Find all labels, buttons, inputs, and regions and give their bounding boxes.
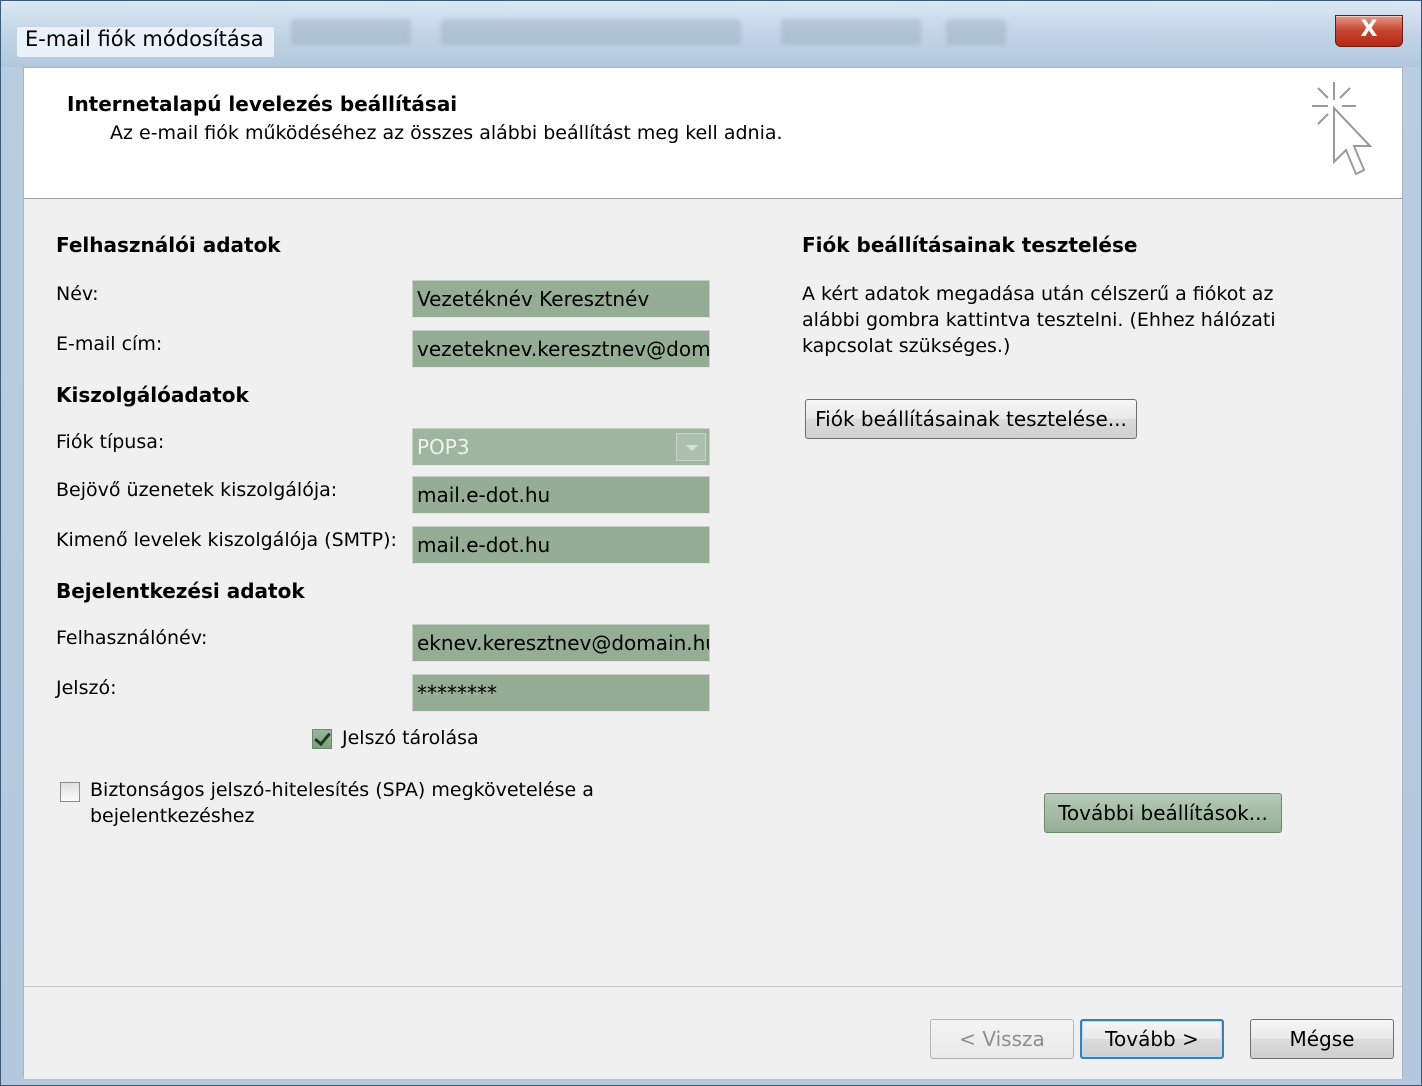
email-label: E-mail cím: [56,333,163,355]
test-description-line1: A kért adatok megadása után célszerű a f… [802,283,1274,305]
spa-checkbox[interactable] [60,782,80,802]
test-heading: Fiók beállításainak tesztelése [802,233,1138,257]
dialog-window: E-mail fiók módosítása X Internetalapú l… [0,0,1422,1086]
title-bar[interactable]: E-mail fiók módosítása X [1,1,1421,67]
remember-password-checkbox[interactable] [312,729,332,749]
dialog-header: Internetalapú levelezés beállításai Az e… [24,68,1402,199]
chevron-down-icon[interactable] [676,433,706,461]
spa-label-line1: Biztonságos jelszó-hitelesítés (SPA) meg… [90,779,594,801]
background-blur [781,19,921,45]
incoming-server-label: Bejövő üzenetek kiszolgálója: [56,479,338,501]
account-type-select[interactable]: POP3 [412,428,710,466]
password-label: Jelszó: [56,677,117,699]
name-label: Név: [56,283,99,305]
cancel-button[interactable]: Mégse [1250,1019,1394,1059]
close-icon: X [1360,17,1378,42]
window-title: E-mail fiók módosítása [17,27,274,57]
remember-password-label: Jelszó tárolása [342,727,479,749]
click-cursor-icon [1312,82,1373,176]
header-subtitle: Az e-mail fiók működéséhez az összes alá… [110,122,783,144]
user-info-heading: Felhasználói adatok [56,233,281,257]
email-input[interactable]: vezeteknev.keresztnev@dom. [412,330,710,368]
dialog-footer: < Vissza Tovább > Mégse [24,986,1402,1079]
dialog-client: Internetalapú levelezés beállításai Az e… [23,67,1403,1079]
close-button[interactable]: X [1335,15,1403,47]
outgoing-server-label: Kimenő levelek kiszolgálója (SMTP): [56,529,397,551]
back-button[interactable]: < Vissza [930,1019,1074,1059]
incoming-server-input[interactable]: mail.e-dot.hu [412,476,710,514]
name-input[interactable]: Vezetéknév Keresztnév [412,280,710,318]
username-label: Felhasználónév: [56,627,208,649]
background-blur [291,19,411,45]
outgoing-server-input[interactable]: mail.e-dot.hu [412,526,710,564]
server-info-heading: Kiszolgálóadatok [56,383,249,407]
next-button[interactable]: Tovább > [1080,1019,1224,1059]
header-title: Internetalapú levelezés beállításai [67,92,458,116]
login-info-heading: Bejelentkezési adatok [56,579,305,603]
account-type-label: Fiók típusa: [56,431,165,453]
background-blur [946,19,1006,45]
background-blur [441,19,741,45]
test-description-line2: alábbi gombra kattintva tesztelni. (Ehhe… [802,309,1276,331]
spa-label-line2: bejelentkezéshez [90,805,255,827]
test-settings-button[interactable]: Fiók beállításainak tesztelése... [805,399,1137,439]
username-input[interactable]: eknev.keresztnev@domain.hu [412,624,710,662]
more-settings-button[interactable]: További beállítások... [1044,793,1282,833]
account-type-value: POP3 [417,435,470,459]
test-description-line3: kapcsolat szükséges.) [802,335,1011,357]
password-input[interactable]: ******** [412,674,710,712]
dialog-body: Felhasználói adatok Név: Vezetéknév Kere… [24,199,1402,986]
